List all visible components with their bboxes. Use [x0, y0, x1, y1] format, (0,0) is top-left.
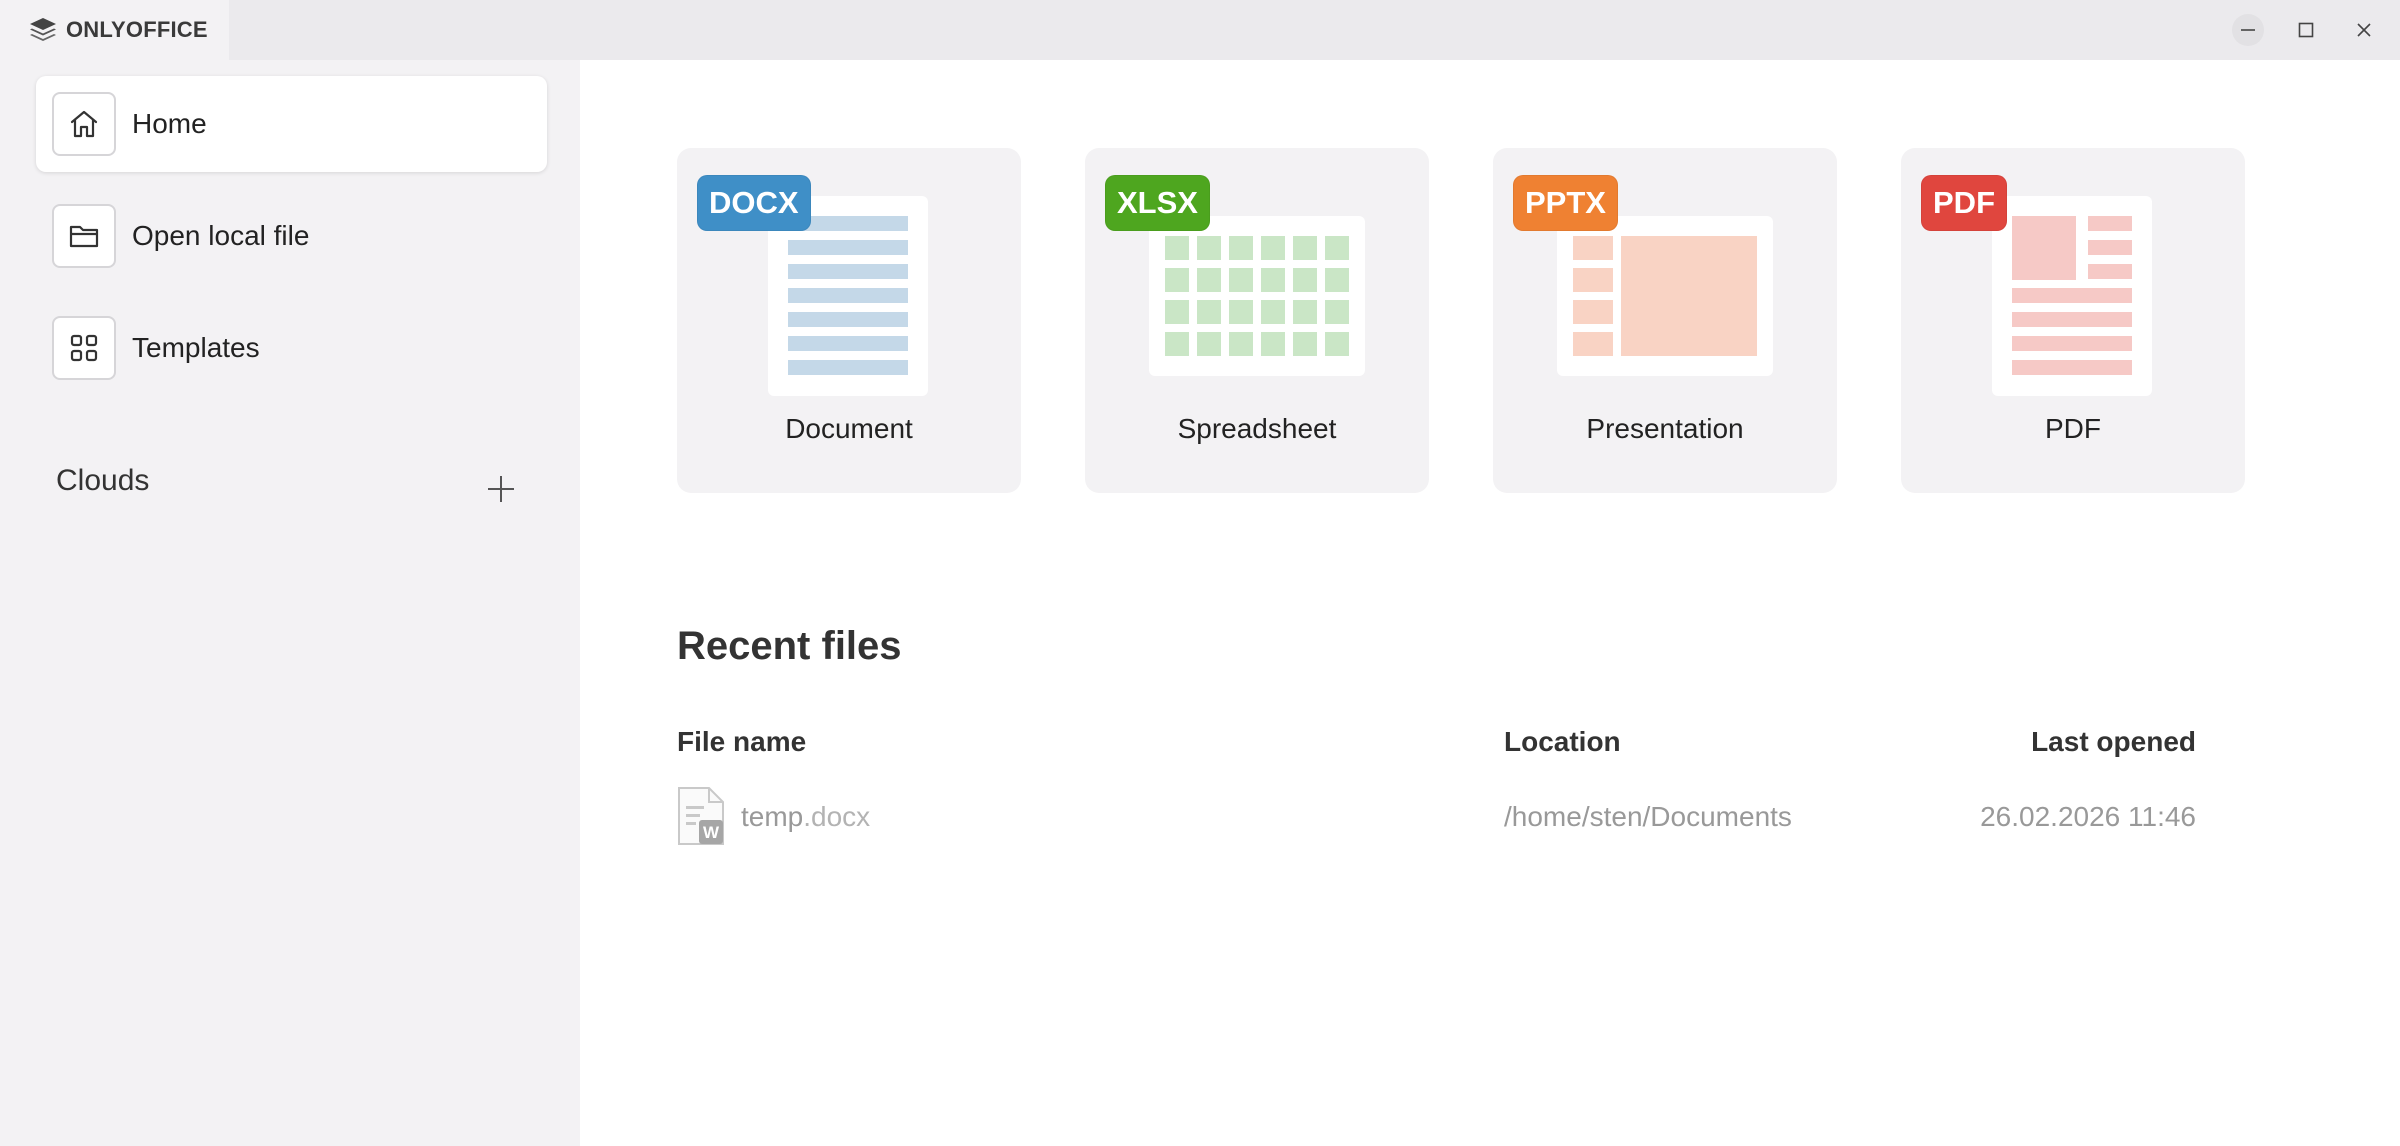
home-icon-box [52, 92, 116, 156]
sidebar-item-home[interactable]: Home [36, 76, 547, 172]
sidebar-item-label: Open local file [132, 220, 310, 251]
app-tab[interactable]: ONLYOFFICE [0, 0, 229, 60]
maximize-button[interactable] [2290, 14, 2322, 46]
sidebar-item-templates[interactable]: Templates [36, 300, 547, 396]
folder-icon [69, 225, 99, 248]
recent-files-heading: Recent files [677, 624, 902, 668]
home-icon [70, 110, 98, 138]
file-name: temp.docx [741, 801, 870, 833]
docx-badge: DOCX [697, 175, 811, 231]
title-bar: ONLYOFFICE [0, 0, 2400, 60]
maximize-icon [2298, 22, 2314, 38]
file-extension: .docx [803, 801, 871, 832]
sidebar-item-label: Home [132, 108, 207, 139]
close-button[interactable] [2348, 14, 2380, 46]
tile-label: Document [785, 413, 913, 444]
clouds-heading: Clouds [56, 464, 150, 497]
minimize-button[interactable] [2232, 14, 2264, 46]
sidebar: Home Open local file Templates Clouds [0, 60, 580, 1146]
svg-text:W: W [703, 823, 720, 842]
column-header-location: Location [1504, 726, 1621, 757]
app-name: ONLYOFFICE [66, 17, 208, 42]
tile-label: PDF [2045, 413, 2101, 444]
main-panel: DOCX Document XLSX Spreadsheet PPTX Pres… [580, 60, 2400, 1146]
tile-label: Presentation [1586, 413, 1744, 444]
pdf-badge: PDF [1921, 175, 2007, 231]
folder-icon-box [52, 204, 116, 268]
file-last-opened: 26.02.2026 11:46 [1980, 801, 2196, 832]
create-presentation-tile[interactable]: PPTX Presentation [1493, 148, 1837, 493]
sidebar-item-open-local-file[interactable]: Open local file [36, 188, 547, 284]
tile-label: Spreadsheet [1177, 413, 1337, 444]
file-base-name: temp [741, 801, 804, 832]
onlyoffice-logo-icon [30, 18, 56, 41]
create-pdf-tile[interactable]: PDF PDF [1901, 148, 2245, 493]
grid-icon [70, 334, 98, 362]
xlsx-badge: XLSX [1105, 175, 1210, 231]
create-document-tile[interactable]: DOCX Document [677, 148, 1021, 493]
column-header-file-name: File name [677, 726, 807, 757]
create-spreadsheet-tile[interactable]: XLSX Spreadsheet [1085, 148, 1429, 493]
docx-file-icon: W [678, 787, 724, 845]
file-location: /home/sten/Documents [1504, 801, 1792, 832]
minimize-icon [2241, 29, 2255, 31]
column-header-last-opened: Last opened [2031, 726, 2196, 757]
close-icon [2357, 23, 2371, 37]
pptx-badge: PPTX [1513, 175, 1618, 231]
sidebar-item-label: Templates [132, 332, 260, 363]
plus-icon[interactable] [486, 474, 516, 504]
grid-icon-box [52, 316, 116, 380]
